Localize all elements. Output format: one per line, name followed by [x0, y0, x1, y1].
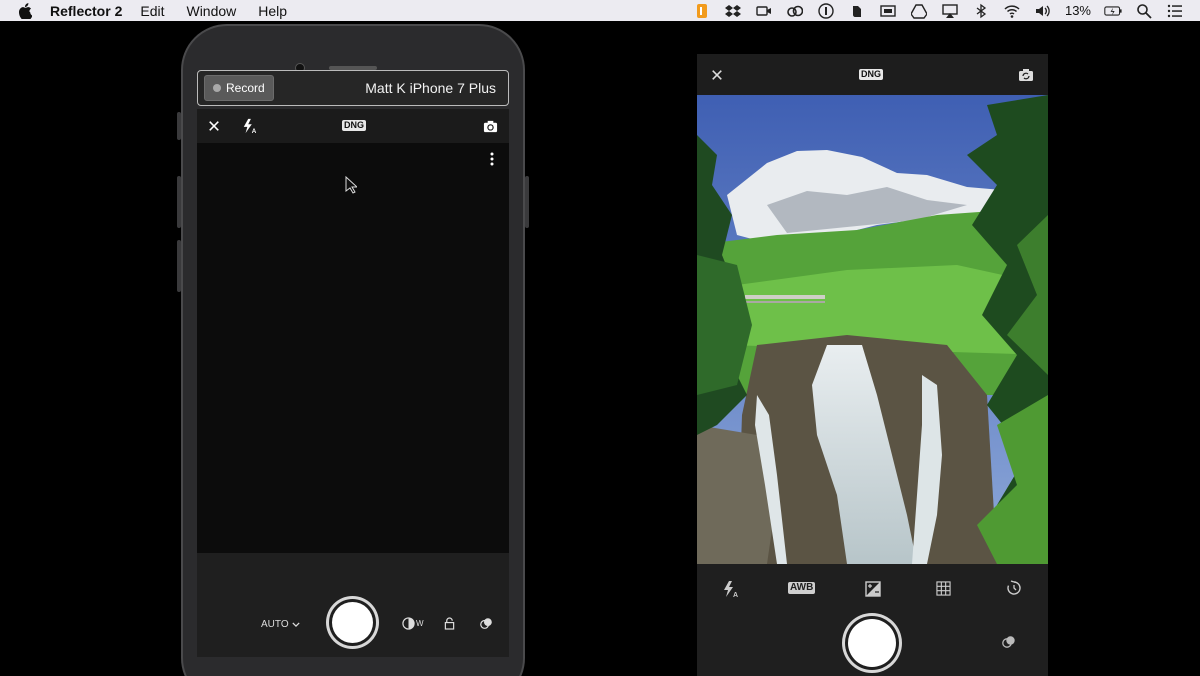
wb-suffix: W — [416, 618, 424, 628]
flash-auto-icon[interactable]: A — [721, 579, 741, 599]
timer-icon[interactable] — [1005, 579, 1023, 597]
camera-preview-panel: DNG A AWB — [697, 54, 1048, 676]
battery-icon[interactable] — [1104, 3, 1122, 19]
close-icon[interactable] — [207, 119, 221, 133]
switch-camera-icon[interactable] — [1017, 66, 1035, 84]
svg-text:A: A — [733, 592, 738, 598]
menu-bar: Reflector 2 Edit Window Help 13% — [0, 0, 1200, 21]
window-menu[interactable]: Window — [186, 3, 236, 19]
edit-menu[interactable]: Edit — [140, 3, 164, 19]
close-icon[interactable] — [710, 68, 724, 82]
volume-up-button — [177, 176, 181, 228]
record-button[interactable]: Record — [204, 75, 274, 101]
grid-icon[interactable] — [935, 580, 952, 597]
apple-menu-icon[interactable] — [18, 2, 32, 19]
facetime-icon[interactable] — [755, 3, 773, 19]
airplay-icon[interactable] — [941, 3, 959, 19]
istat-icon[interactable] — [817, 2, 835, 19]
dng-label: DNG — [342, 120, 366, 131]
spotlight-icon[interactable] — [1135, 3, 1153, 19]
format-badge[interactable]: DNG — [859, 69, 883, 80]
flash-auto-icon[interactable]: A — [241, 117, 259, 135]
mouse-cursor-icon — [344, 175, 358, 195]
shutter-button[interactable] — [848, 619, 896, 667]
record-dot-icon — [213, 84, 221, 92]
filter-icon[interactable] — [479, 616, 493, 630]
camera-top-bar: A DNG — [197, 109, 509, 143]
drive-icon[interactable] — [910, 3, 928, 19]
bluetooth-icon[interactable] — [972, 3, 990, 19]
app-menu[interactable]: Reflector 2 — [50, 3, 122, 19]
device-name: Matt K iPhone 7 Plus — [365, 80, 496, 96]
format-badge[interactable]: DNG — [342, 120, 366, 131]
phone-screen: A DNG AUTO W — [197, 109, 509, 657]
chevron-down-icon — [291, 622, 300, 627]
volume-icon[interactable] — [1034, 3, 1052, 19]
preview-top-bar: DNG — [697, 54, 1048, 95]
awb-label: AWB — [788, 582, 816, 594]
auto-label: AUTO — [261, 619, 289, 630]
focus-lock-icon[interactable] — [443, 616, 455, 630]
screen-icon[interactable] — [879, 3, 897, 19]
camera-viewfinder[interactable] — [197, 143, 509, 553]
exposure-compensation-icon[interactable] — [864, 580, 881, 597]
filter-icon[interactable] — [1001, 634, 1017, 650]
switch-camera-icon[interactable] — [482, 118, 498, 134]
dng-label: DNG — [859, 69, 883, 80]
svg-text:A: A — [252, 128, 257, 134]
shutter-button[interactable] — [332, 602, 373, 643]
notification-center-icon[interactable] — [1166, 3, 1184, 19]
creative-cloud-icon[interactable] — [786, 3, 804, 19]
volume-down-button — [177, 240, 181, 292]
landscape-photo — [697, 95, 1048, 564]
preview-bottom-bar: A AWB — [697, 564, 1048, 676]
record-label: Record — [226, 81, 265, 95]
battery-percent: 13% — [1064, 3, 1091, 18]
evernote-icon[interactable] — [848, 3, 866, 19]
help-menu[interactable]: Help — [258, 3, 287, 19]
camera-bottom-bar: AUTO W — [197, 553, 509, 657]
lastpass-icon[interactable] — [693, 3, 711, 19]
dropbox-icon[interactable] — [724, 3, 742, 19]
reflector-record-bar: Record Matt K iPhone 7 Plus — [197, 70, 509, 106]
mute-switch — [177, 112, 181, 140]
white-balance-button[interactable]: AWB — [788, 582, 816, 594]
exposure-mode-dropdown[interactable]: AUTO — [261, 619, 300, 630]
wifi-icon[interactable] — [1003, 3, 1021, 19]
white-balance-icon[interactable]: W — [402, 616, 424, 630]
more-options-icon[interactable] — [487, 151, 497, 167]
power-button — [525, 176, 529, 228]
